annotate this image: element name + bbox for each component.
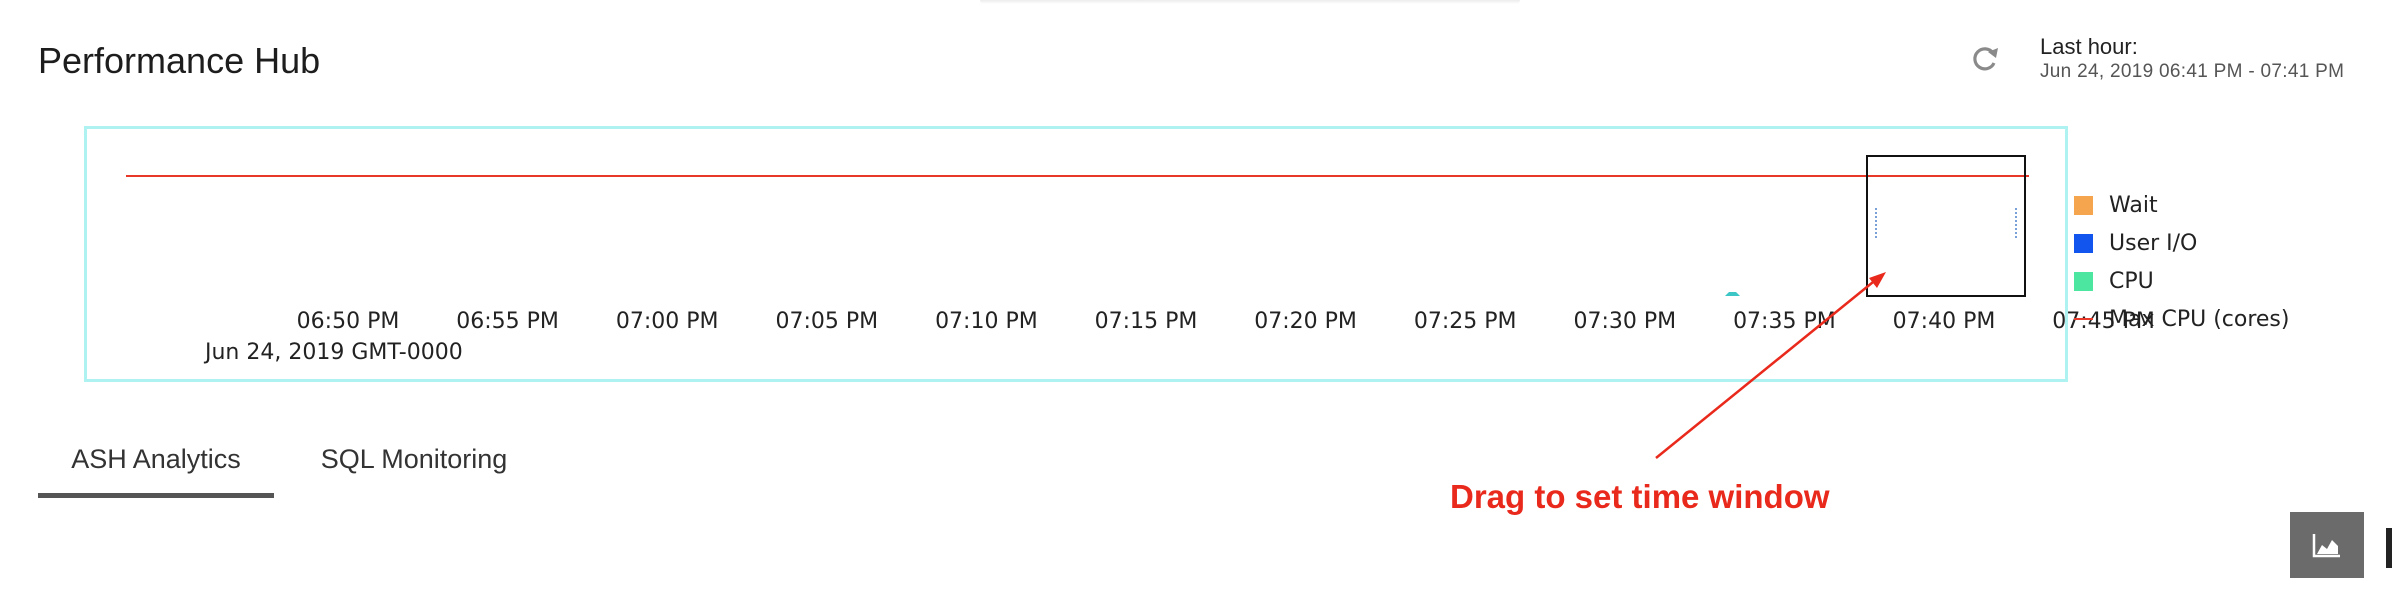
ash-activity-chart[interactable]: 06:50 PM 06:55 PM 07:00 PM 07:05 PM 07:10 PM…: [84, 126, 2155, 382]
time-range-value: Jun 24, 2019 06:41 PM - 07:41 PM: [2040, 61, 2345, 82]
legend-label-wait: Wait: [2109, 192, 2158, 218]
tab-ash-analytics-label: ASH Analytics: [71, 444, 241, 474]
page-title: Performance Hub: [38, 40, 321, 81]
top-bar-edge: [980, 0, 1520, 4]
cpu-activity-mark: [1725, 292, 1740, 296]
chart-type-button[interactable]: [2290, 512, 2364, 578]
time-range-caption: Last hour:: [2040, 34, 2138, 59]
x-tick-label: 06:55 PM: [456, 309, 559, 334]
legend-item-wait[interactable]: Wait: [2074, 186, 2289, 224]
area-chart-icon: [2312, 534, 2340, 558]
x-tick-label: 07:00 PM: [616, 309, 719, 334]
x-tick-label: 07:35 PM: [1733, 309, 1836, 334]
legend-swatch-cpu: [2074, 271, 2093, 291]
legend-item-cpu[interactable]: CPU: [2074, 262, 2289, 300]
legend-item-max-cpu[interactable]: Max CPU (cores): [2074, 300, 2289, 338]
chart-canvas[interactable]: 06:50 PM 06:55 PM 07:00 PM 07:05 PM 07:10 PM…: [84, 126, 2155, 388]
x-tick-label: 07:10 PM: [935, 309, 1038, 334]
legend-swatch-wait: [2074, 195, 2093, 215]
tab-sql-monitoring[interactable]: SQL Monitoring: [304, 430, 524, 498]
legend-swatch-user-io: [2074, 233, 2093, 253]
refresh-icon: [1973, 47, 1998, 71]
legend-label-cpu: CPU: [2109, 268, 2154, 294]
x-tick-label: 07:05 PM: [775, 309, 878, 334]
refresh-button[interactable]: [1968, 42, 2002, 76]
x-tick-label: 07:30 PM: [1573, 309, 1676, 334]
x-axis-date-label: Jun 24, 2019 GMT-0000: [203, 340, 463, 365]
tab-ash-analytics[interactable]: ASH Analytics: [38, 430, 274, 498]
x-tick-label: 06:50 PM: [297, 309, 400, 334]
chart-legend: Wait User I/O CPU Max CPU (cores): [2074, 186, 2289, 338]
x-tick-label: 07:25 PM: [1414, 309, 1517, 334]
legend-item-user-io[interactable]: User I/O: [2074, 224, 2289, 262]
legend-label-max-cpu: Max CPU (cores): [2109, 306, 2290, 332]
legend-line-max-cpu: [2074, 318, 2093, 320]
truncated-edge-glyph: [2386, 528, 2392, 568]
x-tick-label: 07:15 PM: [1095, 309, 1198, 334]
legend-label-user-io: User I/O: [2109, 230, 2198, 256]
annotation-label: Drag to set time window: [1450, 478, 1830, 515]
tab-sql-monitoring-label: SQL Monitoring: [320, 444, 508, 474]
x-tick-label: 07:40 PM: [1893, 309, 1996, 334]
x-tick-label: 07:20 PM: [1254, 309, 1357, 334]
